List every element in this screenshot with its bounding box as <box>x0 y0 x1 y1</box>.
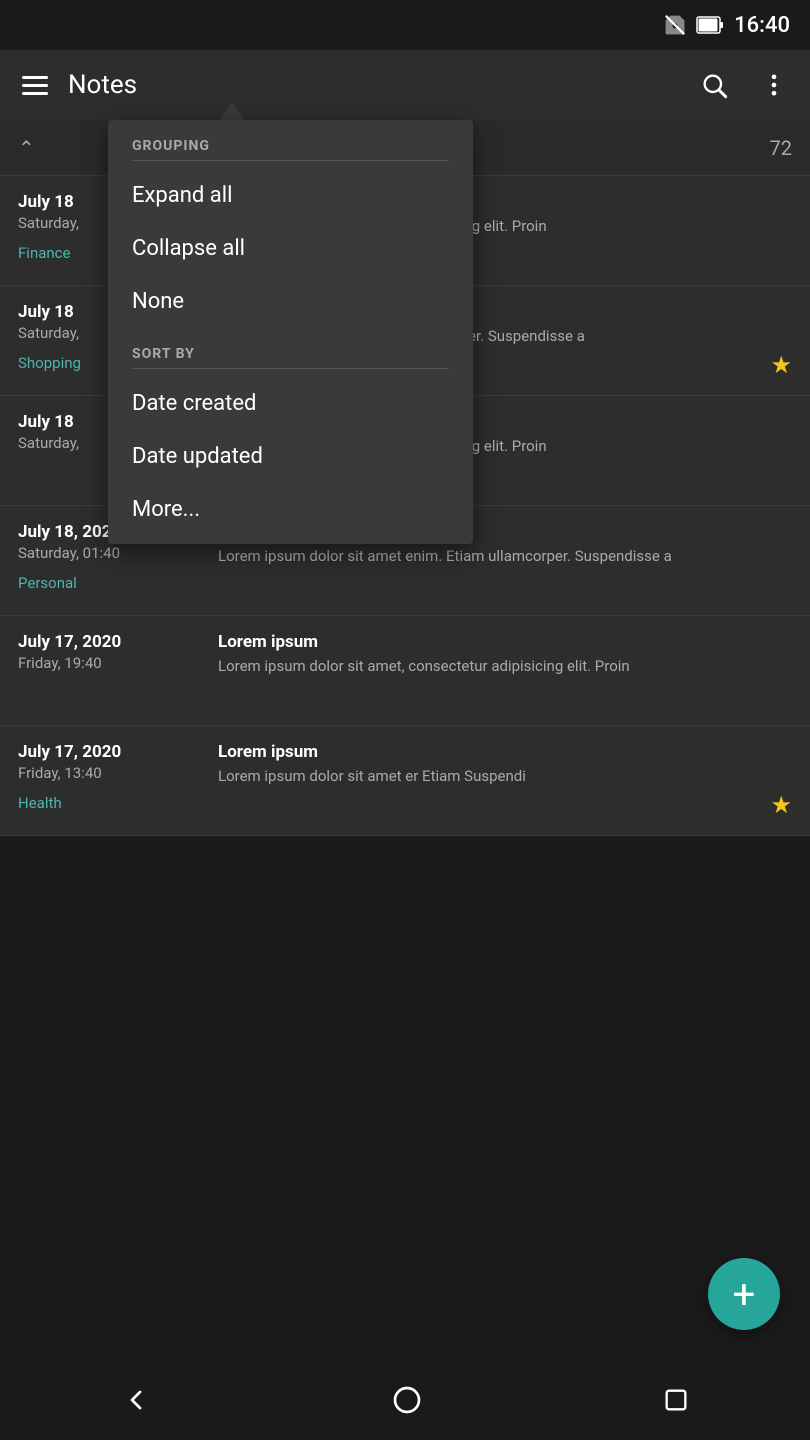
top-bar: Notes <box>0 50 810 120</box>
note-day: Friday, 19:40 <box>18 654 204 672</box>
battery-icon <box>696 14 724 36</box>
sortby-section-title: SORT BY <box>108 336 473 368</box>
status-bar: 16:40 <box>0 0 810 50</box>
expand-all-option[interactable]: Expand all <box>108 169 473 222</box>
note-day: Saturday, 01:40 <box>18 544 204 562</box>
note-item[interactable]: July 17, 2020 Friday, 13:40 Health Lorem… <box>0 726 810 836</box>
star-icon: ★ <box>770 791 792 819</box>
dropdown-indicator <box>220 102 244 120</box>
home-button[interactable] <box>391 1384 423 1416</box>
collapse-all-option[interactable]: Collapse all <box>108 222 473 275</box>
date-updated-option[interactable]: Date updated <box>108 430 473 483</box>
fab-button[interactable]: + <box>708 1258 780 1330</box>
note-preview: Lorem ipsum dolor sit amet, consectetur … <box>218 656 792 677</box>
note-date: July 17, 2020 <box>18 742 204 762</box>
note-tag: Personal <box>18 574 204 592</box>
note-tag: Health <box>18 794 204 812</box>
home-icon <box>391 1384 423 1416</box>
note-date-section: July 17, 2020 Friday, 13:40 Health <box>18 742 218 819</box>
note-content: Lorem ipsum Lorem ipsum dolor sit amet e… <box>218 742 792 819</box>
more-button[interactable] <box>756 67 792 103</box>
hamburger-icon <box>22 76 48 95</box>
recent-icon <box>662 1386 690 1414</box>
nav-bar <box>0 1360 810 1440</box>
group-count: 72 <box>770 136 792 160</box>
note-preview: Lorem ipsum dolor sit amet enim. Etiam u… <box>218 546 792 567</box>
search-button[interactable] <box>696 67 732 103</box>
star-icon: ★ <box>770 351 792 379</box>
note-item[interactable]: July 17, 2020 Friday, 19:40 Lorem ipsum … <box>0 616 810 726</box>
divider <box>132 160 449 161</box>
note-date: July 17, 2020 <box>18 632 204 652</box>
back-icon <box>120 1384 152 1416</box>
back-button[interactable] <box>120 1384 152 1416</box>
dropdown-menu: GROUPING Expand all Collapse all None SO… <box>108 120 473 544</box>
grouping-section-title: GROUPING <box>108 128 473 160</box>
date-created-option[interactable]: Date created <box>108 377 473 430</box>
note-preview: Lorem ipsum dolor sit amet er Etiam Susp… <box>218 766 792 787</box>
more-vertical-icon <box>760 71 788 99</box>
none-option[interactable]: None <box>108 275 473 328</box>
note-date-section: July 17, 2020 Friday, 19:40 <box>18 632 218 709</box>
note-title: Lorem ipsum <box>218 632 792 652</box>
recent-button[interactable] <box>662 1386 690 1414</box>
sim-icon <box>664 14 686 36</box>
top-bar-actions <box>696 67 792 103</box>
menu-button[interactable] <box>18 72 52 99</box>
divider <box>132 368 449 369</box>
app-title: Notes <box>68 70 680 100</box>
note-content: Lorem ipsum Lorem ipsum dolor sit amet, … <box>218 632 792 709</box>
status-time: 16:40 <box>734 13 790 38</box>
collapse-icon[interactable]: ⌃ <box>18 136 35 160</box>
search-icon <box>700 71 728 99</box>
note-title: Lorem ipsum <box>218 742 792 762</box>
note-day: Friday, 13:40 <box>18 764 204 782</box>
more-option[interactable]: More... <box>108 483 473 536</box>
status-icons: 16:40 <box>664 13 790 38</box>
